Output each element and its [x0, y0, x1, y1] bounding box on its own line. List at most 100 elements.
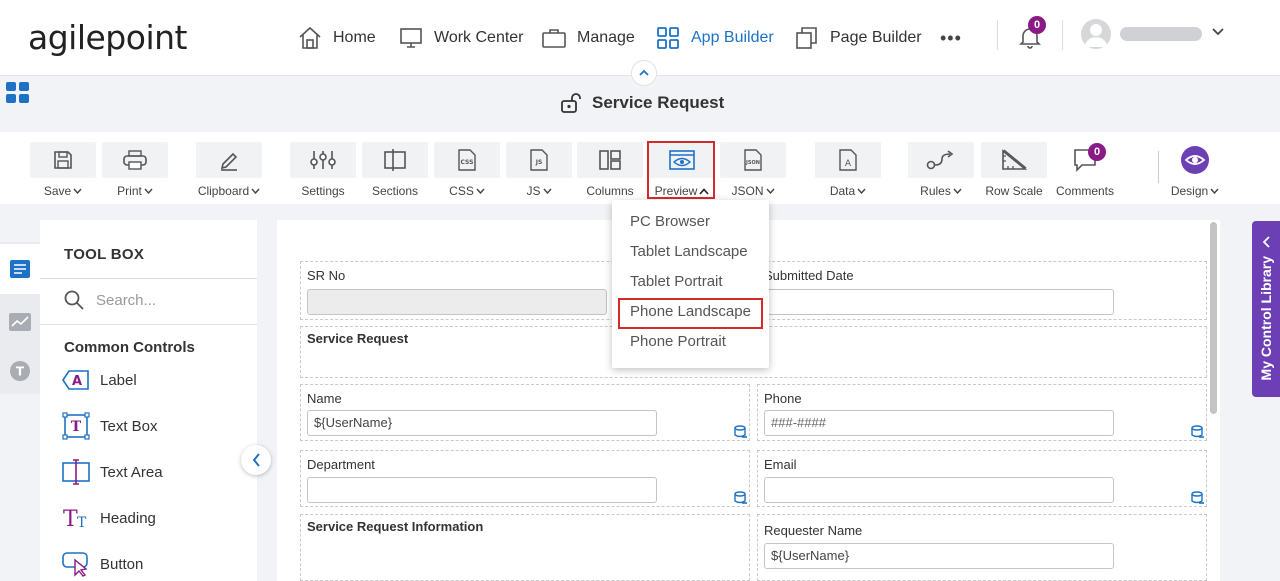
toolbar-print-label: Print [117, 184, 142, 198]
nav-manage[interactable]: Manage [541, 24, 635, 52]
nav-app-builder-label: App Builder [691, 29, 774, 46]
notifications-badge: 0 [1028, 16, 1046, 34]
clipboard-icon [220, 152, 238, 171]
sliders-icon [310, 151, 336, 169]
toolbar-css-label: CSS [449, 184, 474, 198]
toolbar-rules[interactable]: Rules [908, 142, 974, 198]
database-icon[interactable] [734, 491, 748, 505]
svg-text:T: T [63, 507, 78, 531]
preview-tablet-landscape[interactable]: Tablet Landscape [612, 237, 769, 267]
department-field[interactable] [307, 477, 657, 503]
phone-field[interactable]: ###-#### [764, 410, 1114, 436]
svg-text:T: T [16, 365, 25, 379]
divider [997, 20, 998, 50]
control-button-text: Button [100, 555, 144, 573]
toolbar-comments[interactable]: Comments [1052, 142, 1118, 198]
chevron-left-icon [252, 453, 260, 467]
chevron-down-icon [251, 188, 260, 194]
chart-icon [9, 313, 31, 331]
preview-phone-portrait[interactable]: Phone Portrait [612, 327, 769, 357]
textarea-icon [62, 459, 90, 485]
collapse-header-button[interactable] [631, 60, 657, 86]
rail-toolbox-tab[interactable] [0, 244, 40, 294]
collapse-toolbox-button[interactable] [241, 445, 271, 475]
apps-grid-icon [6, 82, 29, 103]
nav-page-builder[interactable]: Page Builder [794, 24, 922, 52]
user-icon [1085, 24, 1107, 47]
toolbar-json[interactable]: JSON JSON [720, 142, 786, 198]
heading-icon: TT [63, 507, 87, 531]
theme-icon: T [10, 361, 30, 381]
chevron-down-icon[interactable] [1211, 27, 1225, 37]
textbox-icon: T [62, 412, 90, 440]
eye-icon [1181, 146, 1209, 174]
toolbox-search-input[interactable]: Search... [96, 292, 156, 309]
form-cell-phone[interactable]: Phone ###-#### [757, 384, 1207, 441]
rail-theme-tab[interactable]: T [0, 346, 40, 396]
toolbar-data[interactable]: A Data [815, 142, 881, 198]
toolbar-divider [1158, 151, 1159, 183]
control-heading[interactable]: TT Heading [60, 503, 156, 533]
database-icon[interactable] [1191, 491, 1205, 505]
form-cell-department[interactable]: Department [300, 450, 750, 507]
toolbar-js[interactable]: JS JS [506, 142, 572, 198]
agilepoint-logo[interactable]: agilepoint [28, 18, 187, 57]
app-launcher-button[interactable] [6, 82, 30, 109]
control-text-box[interactable]: T Text Box [60, 411, 158, 441]
sections-icon [384, 149, 406, 171]
toolbar-css[interactable]: CSS CSS [434, 142, 500, 198]
toolbox-search[interactable]: Search... [64, 290, 156, 310]
toolbar-save[interactable]: Save [30, 142, 96, 198]
toolbar-settings-label: Settings [301, 184, 345, 198]
search-icon [64, 290, 84, 310]
toolbar-save-label: Save [43, 184, 72, 198]
canvas-scrollbar[interactable] [1210, 222, 1217, 414]
data-icon: A [839, 149, 857, 171]
unlock-icon[interactable] [560, 92, 582, 114]
control-button[interactable]: Button [60, 549, 143, 579]
toolbar-row-scale[interactable]: Row Scale [981, 142, 1047, 198]
toolbar-clipboard[interactable]: Clipboard [196, 142, 262, 198]
toolbar-sections[interactable]: Sections [362, 142, 428, 198]
nav-manage-label: Manage [577, 29, 635, 46]
submitted-date-field[interactable] [764, 289, 1114, 315]
preview-tablet-portrait[interactable]: Tablet Portrait [612, 267, 769, 297]
nav-work-center[interactable]: Work Center [398, 24, 524, 52]
chevron-up-icon [639, 69, 649, 76]
preview-pc-browser[interactable]: PC Browser [612, 207, 769, 237]
more-menu-button[interactable]: ••• [940, 24, 962, 52]
section-service-request-information[interactable]: Service Request Information [300, 514, 750, 581]
chevron-down-icon [765, 188, 775, 194]
form-cell-email[interactable]: Email [757, 450, 1207, 507]
control-text-area[interactable]: Text Area [60, 457, 163, 487]
form-cell-submitted-date[interactable]: Submitted Date [757, 261, 1207, 320]
database-icon[interactable] [1191, 425, 1205, 439]
toolbar-columns[interactable]: Columns [577, 142, 643, 198]
control-heading-text: Heading [100, 509, 156, 527]
email-field[interactable] [764, 477, 1114, 503]
print-icon [123, 150, 147, 170]
toolbar-design-label: Design [1170, 184, 1209, 198]
toolbar-print[interactable]: Print [102, 142, 168, 198]
rowscale-icon [1002, 149, 1028, 170]
control-label-text: Label [100, 371, 137, 389]
toolbar-design[interactable]: Design [1162, 142, 1228, 198]
name-field[interactable]: ${UserName} [307, 410, 657, 436]
nav-work-center-label: Work Center [434, 29, 524, 46]
control-text-area-text: Text Area [100, 463, 163, 481]
my-control-library-tab[interactable]: My Control Library [1252, 221, 1280, 397]
avatar[interactable] [1081, 19, 1111, 49]
nav-app-builder[interactable]: App Builder [656, 24, 774, 52]
form-cell-requester-name[interactable]: Requester Name ${UserName} [757, 514, 1207, 581]
toolbar-comments-label: Comments [1055, 184, 1114, 198]
database-icon[interactable] [734, 425, 748, 439]
phone-label: Phone [764, 391, 802, 406]
page-title: Service Request [560, 92, 724, 114]
nav-home[interactable]: Home [297, 24, 376, 52]
control-label[interactable]: A Label [60, 365, 137, 395]
sr-no-label: SR No [307, 268, 346, 283]
toolbar-settings[interactable]: Settings [290, 142, 356, 198]
rail-analytics-tab[interactable] [0, 297, 40, 347]
requester-name-field[interactable]: ${UserName} [764, 543, 1114, 569]
form-cell-name[interactable]: Name ${UserName} [300, 384, 750, 441]
